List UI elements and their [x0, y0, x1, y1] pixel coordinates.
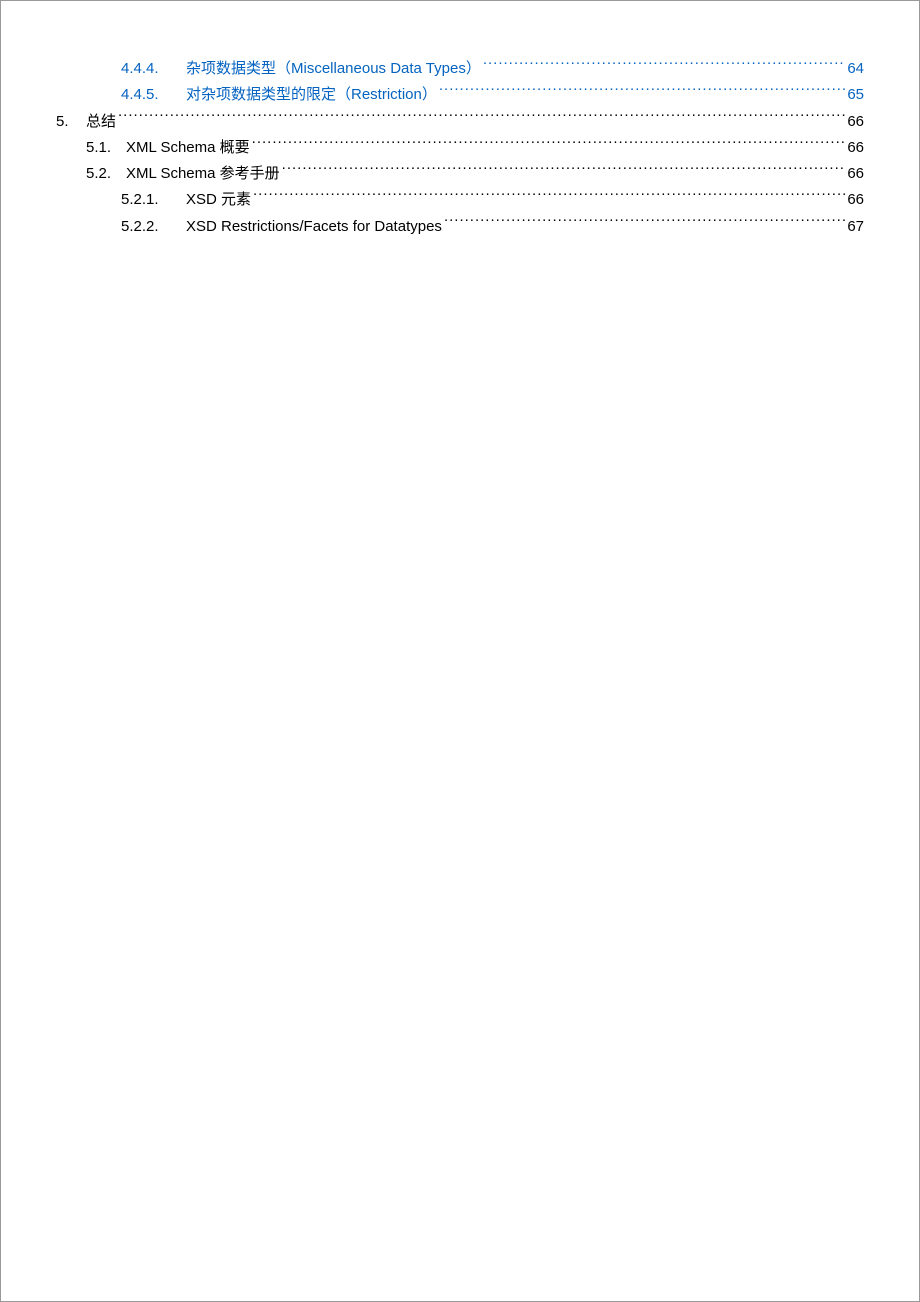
toc-number: 5.2.	[86, 161, 126, 187]
toc-page-number: 67	[847, 214, 864, 240]
toc-leader-dots	[282, 163, 846, 178]
toc-number: 5.1.	[86, 135, 126, 161]
toc-leader-dots	[483, 58, 845, 73]
toc-number: 5.2.1.	[121, 187, 186, 213]
toc-title: XSD 元素	[186, 187, 251, 213]
table-of-contents: 4.4.4. 杂项数据类型（Miscellaneous Data Types） …	[56, 56, 864, 240]
toc-page-number: 66	[847, 135, 864, 161]
toc-entry[interactable]: 5.2. XML Schema 参考手册 66	[56, 161, 864, 187]
toc-title: XSD Restrictions/Facets for Datatypes	[186, 214, 442, 240]
toc-entry[interactable]: 4.4.5. 对杂项数据类型的限定（Restriction） 65	[56, 82, 864, 108]
toc-leader-dots	[253, 189, 845, 204]
toc-page-number: 66	[847, 109, 864, 135]
toc-title: 总结	[86, 109, 116, 135]
document-page: 4.4.4. 杂项数据类型（Miscellaneous Data Types） …	[0, 0, 920, 1302]
toc-entry[interactable]: 4.4.4. 杂项数据类型（Miscellaneous Data Types） …	[56, 56, 864, 82]
toc-number: 5.2.2.	[121, 214, 186, 240]
toc-page-number: 65	[847, 82, 864, 108]
toc-leader-dots	[252, 137, 846, 152]
toc-leader-dots	[118, 111, 845, 126]
toc-page-number: 66	[847, 161, 864, 187]
toc-title: XML Schema 参考手册	[126, 161, 280, 187]
toc-title: 对杂项数据类型的限定（Restriction）	[186, 82, 437, 108]
toc-number: 5.	[56, 109, 86, 135]
toc-leader-dots	[439, 84, 845, 99]
toc-entry[interactable]: 5. 总结 66	[56, 109, 864, 135]
toc-entry[interactable]: 5.1. XML Schema 概要 66	[56, 135, 864, 161]
toc-page-number: 64	[847, 56, 864, 82]
toc-title: XML Schema 概要	[126, 135, 250, 161]
toc-leader-dots	[444, 216, 845, 231]
toc-page-number: 66	[847, 187, 864, 213]
toc-number: 4.4.5.	[121, 82, 186, 108]
toc-entry[interactable]: 5.2.1. XSD 元素 66	[56, 187, 864, 213]
toc-entry[interactable]: 5.2.2. XSD Restrictions/Facets for Datat…	[56, 214, 864, 240]
toc-number: 4.4.4.	[121, 56, 186, 82]
toc-title: 杂项数据类型（Miscellaneous Data Types）	[186, 56, 481, 82]
